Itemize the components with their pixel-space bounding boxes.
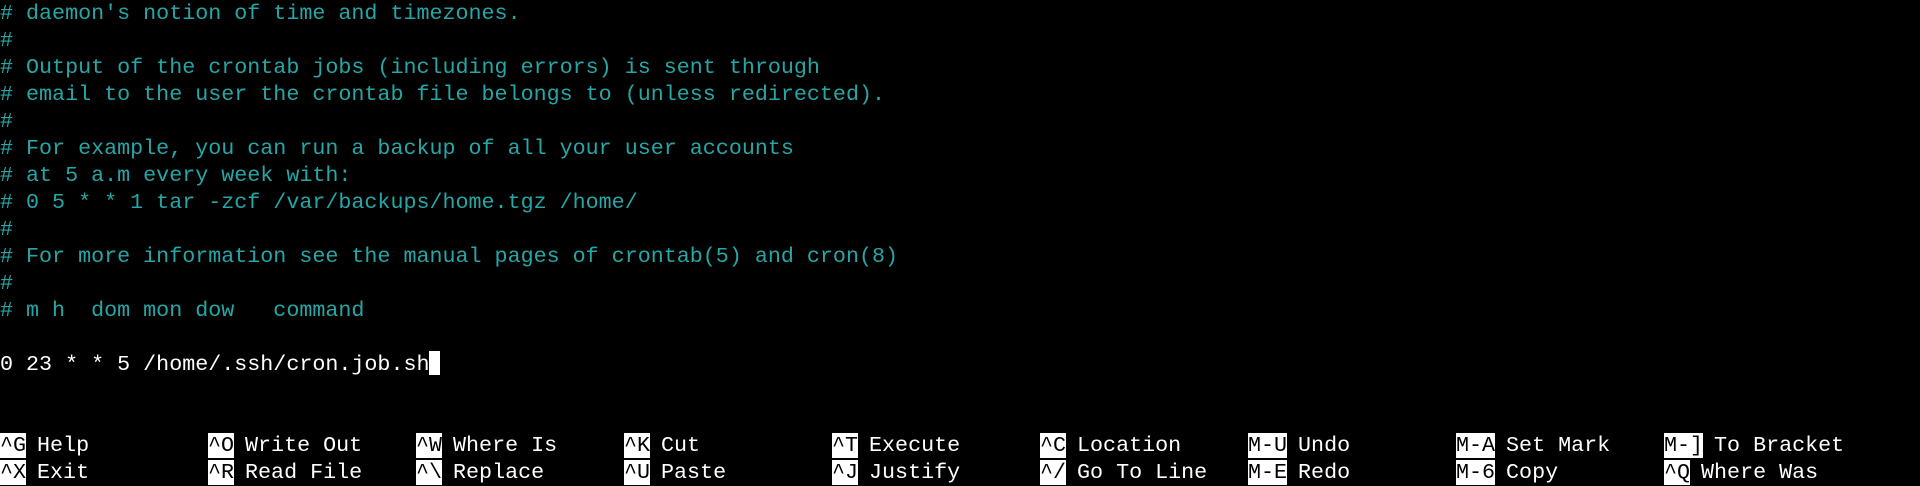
shortcut-key: ^K <box>624 433 651 458</box>
shortcut-label: Set Mark <box>1506 433 1611 458</box>
shortcut-label: Replace <box>453 460 545 485</box>
shortcut-label: Copy <box>1506 460 1559 485</box>
shortcut-label: Where Is <box>453 433 558 458</box>
editor-line: # email to the user the crontab file bel… <box>0 82 885 107</box>
shortcut-bar: ^G Help ^O Write Out ^W Where Is ^K Cut ^T Ex… <box>0 432 1920 486</box>
editor-line: # <box>0 271 14 296</box>
editor-line: # <box>0 109 14 134</box>
text-cursor <box>429 351 441 375</box>
shortcut-where-is[interactable]: ^W Where Is <box>416 432 557 459</box>
shortcut-paste[interactable]: ^U Paste <box>624 459 726 486</box>
shortcut-redo[interactable]: M-E Redo <box>1248 459 1350 486</box>
editor-line: # m h dom mon dow command <box>0 298 365 323</box>
cron-entry-text: 0 23 * * 5 /home/.ssh/cron.job.sh <box>0 352 430 377</box>
shortcut-key: M-] <box>1664 433 1704 458</box>
shortcut-replace[interactable]: ^\ Replace <box>416 459 544 486</box>
shortcut-label: Redo <box>1298 460 1351 485</box>
editor-line-cron-entry[interactable]: 0 23 * * 5 /home/.ssh/cron.job.sh <box>0 351 441 378</box>
shortcut-exit[interactable]: ^X Exit <box>0 459 89 486</box>
editor-line: # daemon's notion of time and timezones. <box>0 1 521 26</box>
shortcut-label: Location <box>1077 433 1182 458</box>
shortcut-key: M-U <box>1248 433 1288 458</box>
shortcut-key: ^T <box>832 433 859 458</box>
shortcut-location[interactable]: ^C Location <box>1040 432 1181 459</box>
shortcut-label: Help <box>37 433 90 458</box>
shortcut-label: Where Was <box>1701 460 1819 485</box>
editor-line: # <box>0 217 14 242</box>
editor-line: # <box>0 28 14 53</box>
editor-line: # Output of the crontab jobs (including … <box>0 55 820 80</box>
shortcut-label: Read File <box>245 460 363 485</box>
shortcut-key: ^U <box>624 460 651 485</box>
editor-text-area[interactable]: # daemon's notion of time and timezones.… <box>0 0 1920 432</box>
shortcut-undo[interactable]: M-U Undo <box>1248 432 1350 459</box>
shortcut-label: Cut <box>661 433 701 458</box>
shortcut-label: Write Out <box>245 433 363 458</box>
shortcut-set-mark[interactable]: M-A Set Mark <box>1456 432 1610 459</box>
shortcut-to-bracket[interactable]: M-] To Bracket <box>1664 432 1844 459</box>
shortcut-key: ^/ <box>1040 460 1067 485</box>
shortcut-label: Execute <box>869 433 961 458</box>
shortcut-cut[interactable]: ^K Cut <box>624 432 700 459</box>
shortcut-key: ^O <box>208 433 235 458</box>
shortcut-label: Justify <box>869 460 961 485</box>
editor-line: # For example, you can run a backup of a… <box>0 136 794 161</box>
shortcut-key: M-6 <box>1456 460 1496 485</box>
shortcut-copy[interactable]: M-6 Copy <box>1456 459 1558 486</box>
shortcut-key: M-A <box>1456 433 1496 458</box>
shortcut-key: ^R <box>208 460 235 485</box>
shortcut-where-was[interactable]: ^Q Where Was <box>1664 459 1818 486</box>
editor-line: # For more information see the manual pa… <box>0 244 899 269</box>
shortcut-label: Paste <box>661 460 727 485</box>
shortcut-go-to-line[interactable]: ^/ Go To Line <box>1040 459 1207 486</box>
shortcut-label: To Bracket <box>1714 433 1845 458</box>
shortcut-help[interactable]: ^G Help <box>0 432 89 459</box>
shortcut-key: ^G <box>0 433 27 458</box>
shortcut-write-out[interactable]: ^O Write Out <box>208 432 362 459</box>
shortcut-justify[interactable]: ^J Justify <box>832 459 960 486</box>
shortcut-execute[interactable]: ^T Execute <box>832 432 960 459</box>
shortcut-key: ^W <box>416 433 443 458</box>
editor-line: # at 5 a.m every week with: <box>0 163 352 188</box>
shortcut-label: Undo <box>1298 433 1351 458</box>
shortcut-key: ^Q <box>1664 460 1691 485</box>
shortcut-key: ^X <box>0 460 27 485</box>
editor-line: # 0 5 * * 1 tar -zcf /var/backups/home.t… <box>0 190 638 215</box>
shortcut-key: ^\ <box>416 460 443 485</box>
shortcut-label: Exit <box>37 460 90 485</box>
shortcut-key: ^C <box>1040 433 1067 458</box>
shortcut-key: M-E <box>1248 460 1288 485</box>
shortcut-key: ^J <box>832 460 859 485</box>
shortcut-read-file[interactable]: ^R Read File <box>208 459 362 486</box>
shortcut-label: Go To Line <box>1077 460 1208 485</box>
